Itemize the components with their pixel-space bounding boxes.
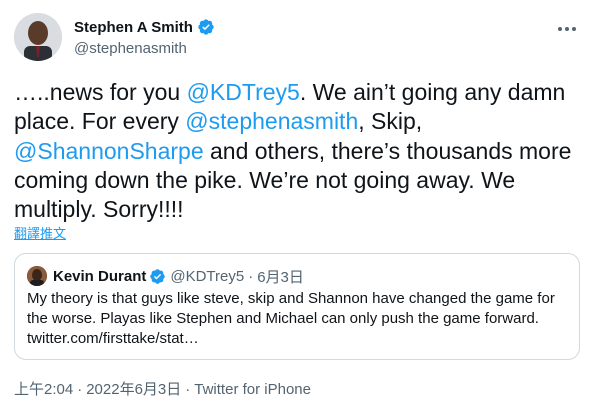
author-display-name[interactable]: Stephen A Smith: [74, 19, 193, 36]
mention-link-shannonsharpe[interactable]: @ShannonSharpe: [14, 138, 204, 164]
quoted-author-avatar-image: [27, 266, 47, 286]
tweet-metadata: 上午2:04 · 2022年6月3日 · Twitter for iPhone: [14, 378, 311, 399]
mention-link-kdtrey5[interactable]: @KDTrey5: [187, 79, 300, 105]
tweet-source: Twitter for iPhone: [194, 381, 311, 398]
quoted-tweet-date: 6月3日: [257, 268, 304, 286]
mention-link-stephenasmith[interactable]: @stephenasmith: [185, 108, 358, 134]
more-dot: [565, 27, 569, 31]
author-avatar[interactable]: [14, 13, 62, 61]
more-dot: [558, 27, 562, 31]
tweet-header: Stephen A Smith @stephenasmith: [14, 13, 580, 63]
tweet-date[interactable]: 2022年6月3日: [86, 381, 181, 398]
quoted-tweet[interactable]: Kevin Durant @KDTrey5 · 6月3日 My theory i…: [14, 253, 580, 360]
meta-separator: ·: [185, 381, 191, 398]
tweet-text-segment: , Skip,: [358, 108, 423, 135]
tweet-text: …..news for you @KDTrey5. We ain’t going…: [14, 78, 580, 224]
quoted-author-handle: @KDTrey5: [170, 267, 245, 285]
verified-badge-icon: [150, 268, 166, 284]
quoted-separator: ·: [248, 267, 254, 285]
verified-badge-icon: [198, 19, 214, 35]
author-names: Stephen A Smith @stephenasmith: [74, 17, 215, 59]
author-avatar-image: [14, 13, 62, 61]
author-handle[interactable]: @stephenasmith: [74, 39, 215, 59]
quoted-author-avatar: [27, 266, 47, 286]
quoted-tweet-header: Kevin Durant @KDTrey5 · 6月3日: [27, 266, 304, 286]
quoted-tweet-text: My theory is that guys like steve, skip …: [27, 290, 555, 347]
tweet-card: Stephen A Smith @stephenasmith …..news f…: [0, 0, 593, 409]
more-options-button[interactable]: [554, 19, 580, 39]
quoted-author-display-name: Kevin Durant: [53, 267, 147, 285]
tweet-text-segment: …..news for you: [14, 79, 187, 105]
translate-tweet-link[interactable]: 翻譯推文: [14, 223, 66, 242]
more-dot: [572, 27, 576, 31]
meta-separator: ·: [77, 381, 83, 398]
tweet-timestamp[interactable]: 上午2:04: [14, 381, 73, 398]
